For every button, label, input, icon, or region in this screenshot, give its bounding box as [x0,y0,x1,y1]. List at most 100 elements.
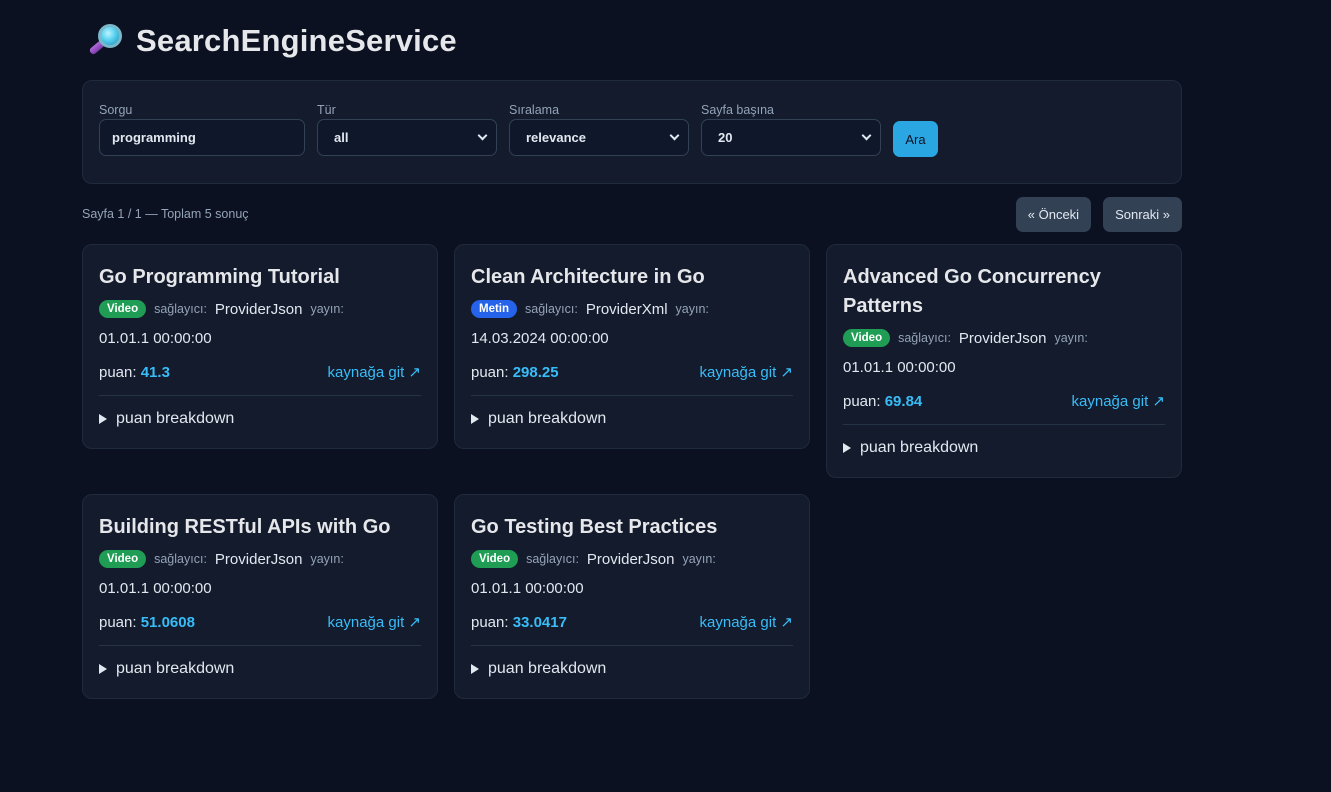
score-row: puan: 51.0608 kaynağa git ↗ [99,611,421,633]
type-badge: Video [99,550,147,568]
provider-label: sağlayıcı: [154,552,207,566]
published-date: 01.01.1 00:00:00 [99,580,212,597]
provider-label: sağlayıcı: [898,331,951,345]
per-page-select[interactable]: 20 [701,119,881,156]
score-label: puan: [471,613,509,631]
score-value: 69.84 [884,392,923,410]
breakdown-label: puan breakdown [116,660,235,677]
published-date: 01.01.1 00:00:00 [843,359,956,376]
published-date: 01.01.1 00:00:00 [471,580,584,597]
type-select-value: all [334,130,349,145]
sort-field: Sıralama relevance [509,81,689,156]
score-label: puan: [843,392,881,410]
sort-select[interactable]: relevance [509,119,689,156]
source-link[interactable]: kaynağa git ↗ [328,363,421,381]
provider-name: ProviderJson [958,329,1047,347]
published-label: yayın: [310,302,344,316]
sort-select-value: relevance [526,130,586,145]
score-breakdown-toggle[interactable]: puan breakdown [99,410,421,428]
score-value: 51.0608 [140,613,195,631]
score-breakdown-toggle[interactable]: puan breakdown [471,660,793,678]
score: puan: 69.84 [843,393,922,410]
score-row: puan: 41.3 kaynağa git ↗ [99,361,421,383]
breakdown-label: puan breakdown [860,439,979,456]
source-link[interactable]: kaynağa git ↗ [328,613,421,631]
score-value: 41.3 [140,363,170,381]
result-card: Building RESTful APIs with Go Video sağl… [82,494,438,699]
published-label: yayın: [675,302,709,316]
source-link[interactable]: kaynağa git ↗ [700,363,793,381]
prev-page-button[interactable]: « Önceki [1015,196,1092,232]
type-field: Tür all [317,81,497,156]
score-breakdown-toggle[interactable]: puan breakdown [99,660,421,678]
score-row: puan: 298.25 kaynağa git ↗ [471,361,793,383]
provider-name: ProviderXml [585,300,668,318]
disclosure-triangle-icon [471,664,479,674]
result-meta: Video sağlayıcı: ProviderJson yayın: [99,298,421,320]
score: puan: 41.3 [99,364,170,381]
divider [99,645,421,646]
score-breakdown-toggle[interactable]: puan breakdown [843,439,1165,457]
chevron-down-icon [861,130,872,141]
pagination-info: Sayfa 1 / 1 — Toplam 5 sonuç [82,207,249,221]
provider-name: ProviderJson [214,300,303,318]
type-select[interactable]: all [317,119,497,156]
score-label: puan: [471,363,509,381]
provider-label: sağlayıcı: [525,302,578,316]
score-value: 298.25 [512,363,559,381]
source-link[interactable]: kaynağa git ↗ [1072,392,1165,410]
source-link[interactable]: kaynağa git ↗ [700,613,793,631]
score-breakdown-toggle[interactable]: puan breakdown [471,410,793,428]
sort-label: Sıralama [509,103,560,117]
result-card: Advanced Go Concurrency Patterns Video s… [826,244,1182,478]
query-field: Sorgu programming [99,81,305,156]
provider-label: sağlayıcı: [526,552,579,566]
per-page-label: Sayfa başına [701,103,774,117]
results-toolbar: Sayfa 1 / 1 — Toplam 5 sonuç « Önceki So… [82,184,1182,244]
type-label: Tür [317,103,336,117]
score-label: puan: [99,363,137,381]
search-form: Sorgu programming Tür all Sıralama relev… [82,80,1182,184]
disclosure-triangle-icon [471,414,479,424]
pagination: « Önceki Sonraki » [1015,196,1182,232]
score: puan: 51.0608 [99,614,195,631]
provider-name: ProviderJson [586,550,675,568]
divider [843,424,1165,425]
type-badge: Video [471,550,519,568]
result-title: Go Programming Tutorial [99,266,340,288]
result-meta: Video sağlayıcı: ProviderJson yayın: [99,548,421,570]
provider-name: ProviderJson [214,550,303,568]
divider [471,395,793,396]
breakdown-label: puan breakdown [488,660,607,677]
disclosure-triangle-icon [99,664,107,674]
published-date: 01.01.1 00:00:00 [99,330,212,347]
score-row: puan: 69.84 kaynağa git ↗ [843,390,1165,412]
published-date: 14.03.2024 00:00:00 [471,330,609,347]
magnifier-icon [86,22,124,60]
result-title: Clean Architecture in Go [471,266,705,288]
divider [99,395,421,396]
query-label: Sorgu [99,103,133,117]
score-row: puan: 33.0417 kaynağa git ↗ [471,611,793,633]
app-title: SearchEngineService [136,23,457,58]
result-card: Go Testing Best Practices Video sağlayıc… [454,494,810,699]
score: puan: 298.25 [471,364,559,381]
query-input[interactable]: programming [99,119,305,156]
result-title: Advanced Go Concurrency Patterns [843,266,1101,317]
result-card: Clean Architecture in Go Metin sağlayıcı… [454,244,810,449]
next-page-button[interactable]: Sonraki » [1103,196,1182,232]
results-grid: Go Programming Tutorial Video sağlayıcı:… [82,244,1182,699]
search-button[interactable]: Ara [893,121,938,157]
disclosure-triangle-icon [843,443,851,453]
disclosure-triangle-icon [99,414,107,424]
per-page-select-value: 20 [718,130,733,145]
divider [471,645,793,646]
score-label: puan: [99,613,137,631]
type-badge: Video [99,300,147,318]
score-value: 33.0417 [512,613,567,631]
per-page-field: Sayfa başına 20 [701,81,881,156]
chevron-down-icon [477,130,488,141]
breakdown-label: puan breakdown [488,410,607,427]
result-title: Building RESTful APIs with Go [99,516,391,538]
published-label: yayın: [1054,331,1088,345]
